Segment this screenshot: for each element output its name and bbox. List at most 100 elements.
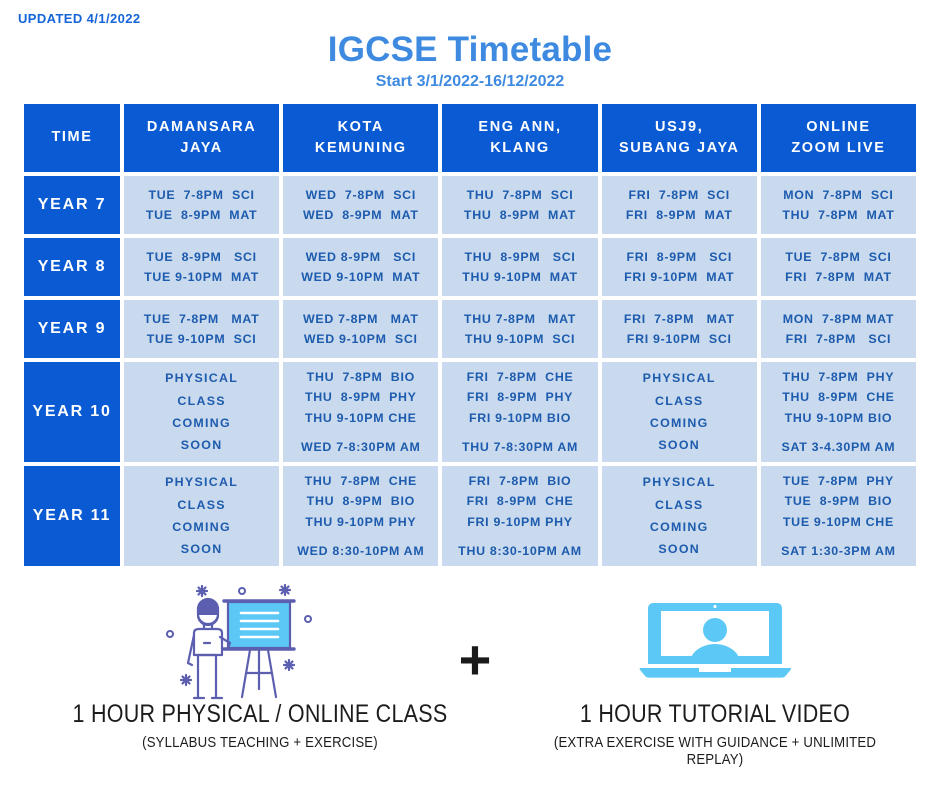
column-header-line: USJ9, [655,118,704,135]
column-header: DAMANSARA JAYA [124,104,280,172]
table-row: YEAR 8 TUE 8-9PM SCI TUE 9-10PM MAT WED 8-9… [24,238,917,296]
coming-soon-cell: PHYSICAL CLASS COMING SOON [124,362,280,462]
schedule-line: TUE 8-9PM MAT [145,208,258,222]
schedule-cell: THU 7-8PM BIO THU 8-9PM PHY THU 9-10PM CHE… [283,362,439,462]
schedule-line: TUE 7-8PM MAT [143,311,260,326]
footer-right-subtitle: (EXTRA EXERCISE WITH GUIDANCE + UNLIMITE… [553,734,877,768]
schedule-line: SOON [658,438,701,453]
schedule-line: FRI 8-9PM PHY [466,390,574,405]
schedule-cell: WED 8-9PM SCI WED 9-10PM MAT [283,238,439,296]
schedule-cell: THU 8-9PM SCI THU 9-10PM MAT [442,238,598,296]
schedule-line: WED 8-9PM SCI [305,249,416,264]
table-header-row: TIME DAMANSARA JAYA KOTA KEMUNING ENG ANN, KLA… [24,104,917,172]
schedule-line: WED 9-10PM MAT [301,270,421,284]
column-header: ONLINE ZOOM LIVE [760,104,917,172]
schedule-line: THU 7-8PM MAT [782,208,895,222]
year-label-cell: YEAR 8 [24,238,120,296]
schedule-cell: FRI 7-8PM SCI FRI 8-9PM MAT [601,176,757,234]
schedule-line: PHYSICAL [165,371,239,386]
schedule-line: TUE 8-9PM SCI [146,249,257,264]
schedule-cell: TUE 7-8PM MAT TUE 9-10PM SCI [124,300,280,358]
schedule-cell: THU 7-8PM CHE THU 8-9PM BIO THU 9-10PM PHY… [283,466,439,566]
schedule-line: THU 8-9PM CHE [782,390,895,405]
schedule-line: FRI 7-8PM CHE [466,369,574,384]
schedule-line: WED 9-10PM SCI [303,332,418,346]
schedule-line: FRI 9-10PM BIO [468,410,572,425]
schedule-line: FRI 7-8PM MAT [785,270,892,284]
schedule-line: THU 7-8PM MAT [463,311,577,326]
schedule-cell: TUE 7-8PM SCI TUE 8-9PM MAT [124,176,280,234]
timetable: TIME DAMANSARA JAYA KOTA KEMUNING ENG ANN, KLA… [24,104,917,566]
presentation-teacher-icon [150,577,350,702]
table-row: YEAR 7 TUE 7-8PM SCI TUE 8-9PM MAT WED 7-8P… [24,176,917,234]
schedule-line: TUE 7-8PM SCI [785,249,892,264]
laptop-video-icon [620,590,810,690]
footer-caption-left: 1 HOUR PHYSICAL / ONLINE CLASS (SYLLABUS… [30,700,490,751]
schedule-line: COMING [649,520,709,534]
schedule-line: PHYSICAL [642,371,716,386]
schedule-line: CLASS [654,497,704,512]
schedule-cell: THU 7-8PM MAT THU 9-10PM SCI [442,300,598,358]
column-header-line: SUBANG JAYA [618,140,740,156]
column-header-line: ENG ANN, [478,118,562,135]
table-row: YEAR 9 TUE 7-8PM MAT TUE 9-10PM SCI WED 7-8… [24,300,917,358]
schedule-line: THU 7-8PM BIO [306,369,415,384]
schedule-cell: WED 7-8PM MAT WED 9-10PM SCI [283,300,439,358]
schedule-line: FRI 8-9PM SCI [626,249,732,264]
schedule-line: THU 9-10PM MAT [462,270,578,284]
schedule-line: FRI 8-9PM MAT [625,208,733,222]
schedule-cell: MON 7-8PM SCI THU 7-8PM MAT [760,176,917,234]
schedule-cell: THU 7-8PM SCI THU 8-9PM MAT [442,176,598,234]
column-header-line: ONLINE [806,118,871,135]
schedule-line: FRI 7-8PM SCI [628,187,730,202]
schedule-line: MON 7-8PM MAT [782,311,895,326]
schedule-line: THU 8:30-10PM AM [458,543,582,558]
schedule-line: SOON [658,542,701,557]
schedule-line: TUE 7-8PM SCI [148,187,255,202]
schedule-line: WED 7-8PM MAT [303,311,419,326]
table-row: YEAR 10 PHYSICAL CLASS COMING SOON THU 7-8PM … [24,362,917,462]
schedule-cell: MON 7-8PM MAT FRI 7-8PM SCI [760,300,917,358]
schedule-line: COMING [172,520,231,534]
schedule-line: THU 9-10PM SCI [464,332,576,346]
coming-soon-cell: PHYSICAL CLASS COMING SOON [601,466,757,566]
year-label-cell: YEAR 11 [24,466,120,566]
footer-caption-right: 1 HOUR TUTORIAL VIDEO (EXTRA EXERCISE WI… [500,700,930,768]
schedule-line: SOON [180,542,223,557]
column-header-line: ZOOM LIVE [791,140,886,156]
schedule-line: SAT 3-4.30PM AM [781,439,896,454]
column-header: USJ9, SUBANG JAYA [601,104,757,172]
schedule-cell: WED 7-8PM SCI WED 8-9PM MAT [283,176,439,234]
schedule-line: WED 8:30-10PM AM [297,543,425,558]
schedule-line: FRI 9-10PM SCI [626,332,732,346]
year-label-cell: YEAR 9 [24,300,120,358]
schedule-line: FRI 8-9PM CHE [466,494,574,509]
schedule-line: THU 7-8PM SCI [466,187,574,202]
schedule-line: TUE 9-10PM CHE [782,514,894,529]
coming-soon-cell: PHYSICAL CLASS COMING SOON [601,362,757,462]
schedule-line: FRI 9-10PM MAT [624,270,735,284]
schedule-line: THU 9-10PM BIO [784,410,893,425]
schedule-line: FRI 9-10PM PHY [467,514,573,529]
schedule-line: THU 9-10PM PHY [305,514,417,529]
column-header: TIME [24,104,120,172]
schedule-line: THU 9-10PM CHE [304,410,417,425]
page-subtitle: Start 3/1/2022-16/12/2022 [375,72,565,90]
schedule-line: WED 7-8PM SCI [305,187,416,202]
schedule-line: THU 7-8:30PM AM [461,439,579,454]
column-header-line: KOTA [337,118,384,135]
schedule-line: TUE 7-8PM PHY [782,473,894,488]
column-header-line: KEMUNING [314,140,407,156]
year-label-cell: YEAR 7 [24,176,120,234]
schedule-line: CLASS [654,393,704,408]
schedule-line: FRI 7-8PM SCI [785,332,892,346]
year-label-cell: YEAR 10 [24,362,120,462]
updated-date-label: UPDATED 4/1/2022 [18,11,141,26]
schedule-cell: TUE 7-8PM SCI FRI 7-8PM MAT [760,238,917,296]
schedule-cell: TUE 8-9PM SCI TUE 9-10PM MAT [124,238,280,296]
schedule-line: PHYSICAL [642,475,716,490]
schedule-line: WED 8-9PM MAT [303,208,419,222]
schedule-line: COMING [172,416,231,430]
schedule-cell: FRI 7-8PM MAT FRI 9-10PM SCI [601,300,757,358]
title-block: IGCSE Timetable Start 3/1/2022-16/12/202… [0,31,940,91]
